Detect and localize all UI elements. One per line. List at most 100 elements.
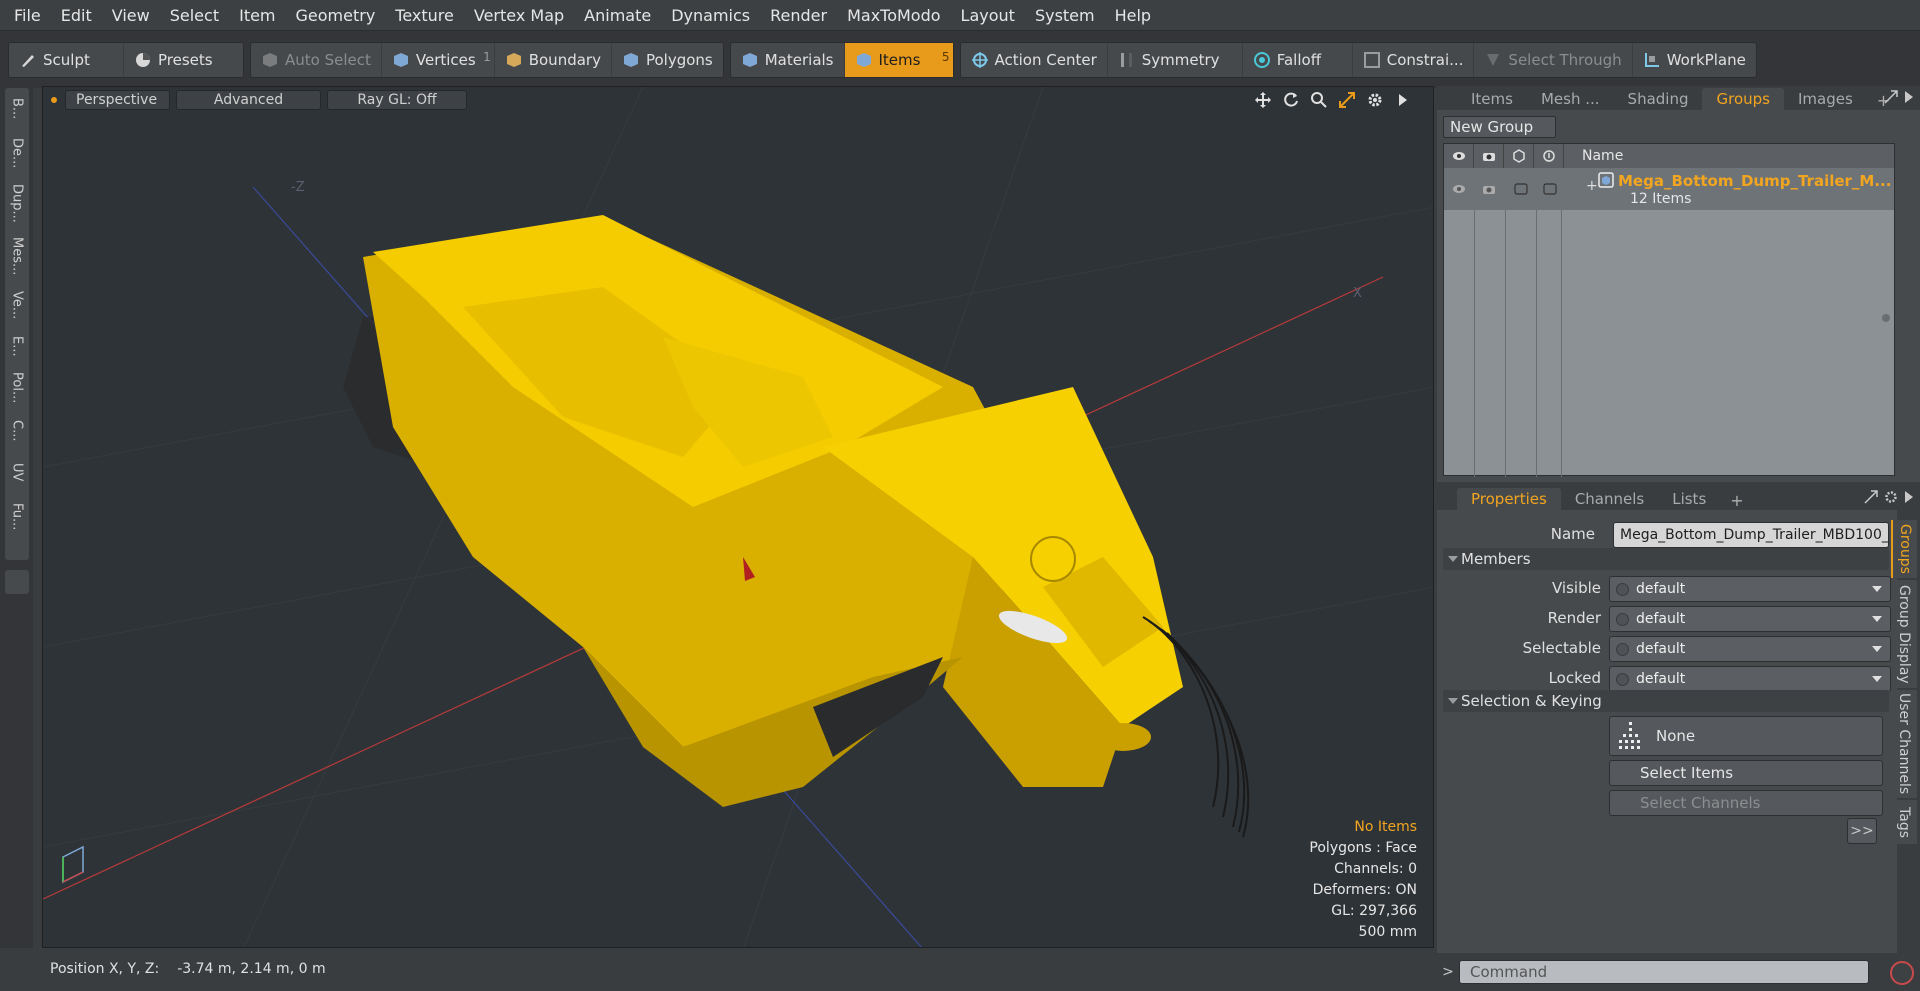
- menu-texture[interactable]: Texture: [385, 0, 464, 31]
- materials-button[interactable]: Materials: [731, 42, 845, 77]
- expand-plus-icon[interactable]: +: [1586, 178, 1598, 194]
- selectable-dropdown[interactable]: default: [1609, 636, 1891, 662]
- menu-vertex-map[interactable]: Vertex Map: [464, 0, 574, 31]
- boundary-button[interactable]: Boundary: [495, 42, 612, 77]
- rotate-icon[interactable]: [1281, 90, 1301, 110]
- menu-help[interactable]: Help: [1105, 0, 1161, 31]
- name-input[interactable]: Mega_Bottom_Dump_Trailer_MBD100_: [1613, 522, 1889, 548]
- group-row[interactable]: + Mega_Bottom_Dump_Trailer_M... 12 Items: [1444, 168, 1894, 210]
- row-lock-checkbox-icon[interactable]: [1543, 183, 1557, 195]
- left-tab-mesh-edit[interactable]: Mes...: [5, 230, 29, 282]
- left-tab-fusion[interactable]: Fu...: [5, 494, 29, 540]
- visible-radio-icon[interactable]: [1616, 583, 1629, 596]
- menu-render[interactable]: Render: [760, 0, 837, 31]
- menu-item[interactable]: Item: [229, 0, 285, 31]
- tab-mesh[interactable]: Mesh ...: [1527, 88, 1614, 110]
- vtab-tags[interactable]: Tags: [1891, 800, 1917, 844]
- raygl-toggle[interactable]: Ray GL: Off: [327, 90, 467, 110]
- pan-icon[interactable]: [1253, 90, 1273, 110]
- visibility-col-icon[interactable]: [1444, 144, 1474, 168]
- vertices-button[interactable]: Vertices 1: [382, 42, 495, 77]
- tab-lists[interactable]: Lists: [1658, 488, 1720, 510]
- members-section[interactable]: Members: [1443, 548, 1889, 570]
- vtab-groups[interactable]: Groups: [1891, 520, 1917, 578]
- tab-channels[interactable]: Channels: [1561, 488, 1658, 510]
- constraints-button[interactable]: Constrai...: [1353, 42, 1475, 77]
- expand-button[interactable]: >>: [1847, 818, 1877, 844]
- row-select-checkbox-icon[interactable]: [1514, 183, 1528, 195]
- fit-view-icon[interactable]: [1337, 90, 1357, 110]
- menu-view[interactable]: View: [102, 0, 160, 31]
- lock-col-icon[interactable]: [1534, 144, 1564, 168]
- sculpt-button[interactable]: Sculpt: [9, 42, 124, 77]
- keying-none-button[interactable]: None: [1609, 716, 1883, 756]
- tab-shading[interactable]: Shading: [1614, 88, 1703, 110]
- falloff-button[interactable]: Falloff: [1243, 42, 1353, 77]
- left-tab-curve[interactable]: C...: [5, 412, 29, 450]
- trailer-model[interactable]: [343, 215, 1250, 838]
- left-tab-duplicate[interactable]: Dup...: [5, 178, 29, 228]
- left-tab-vertex[interactable]: Ve...: [5, 284, 29, 326]
- locked-radio-icon[interactable]: [1616, 673, 1629, 686]
- vtab-group-display[interactable]: Group Display: [1891, 580, 1917, 688]
- left-tab-uv[interactable]: UV: [5, 452, 29, 492]
- select-col-icon[interactable]: [1504, 144, 1534, 168]
- props-arrow-icon[interactable]: [1904, 490, 1914, 504]
- render-radio-icon[interactable]: [1616, 613, 1629, 626]
- zoom-icon[interactable]: [1309, 90, 1329, 110]
- items-button[interactable]: Items 5: [844, 42, 953, 77]
- action-center-button[interactable]: Action Center: [961, 42, 1108, 77]
- render-col-icon[interactable]: [1474, 144, 1504, 168]
- menu-animate[interactable]: Animate: [574, 0, 661, 31]
- polygons-button[interactable]: Polygons: [612, 43, 723, 77]
- props-maximize-icon[interactable]: [1864, 490, 1878, 504]
- menu-layout[interactable]: Layout: [951, 0, 1025, 31]
- menu-select[interactable]: Select: [160, 0, 229, 31]
- visible-dropdown[interactable]: default: [1609, 576, 1891, 602]
- selection-keying-section[interactable]: Selection & Keying: [1443, 690, 1889, 712]
- menu-edit[interactable]: Edit: [51, 0, 102, 31]
- select-items-button[interactable]: Select Items: [1609, 760, 1883, 786]
- vtab-user-channels[interactable]: User Channels: [1891, 690, 1917, 798]
- left-tab-polygon[interactable]: Pol...: [5, 366, 29, 410]
- 3d-viewport[interactable]: -Z X Perspective Advanced Ray GL: Off No…: [42, 86, 1434, 948]
- symmetry-button[interactable]: Symmetry: [1108, 42, 1243, 77]
- select-channels-button[interactable]: Select Channels: [1609, 790, 1883, 816]
- tab-groups[interactable]: Groups: [1702, 88, 1784, 110]
- maximize-icon[interactable]: [1884, 90, 1898, 104]
- left-tab-edge[interactable]: E...: [5, 328, 29, 364]
- view-mode-dropdown[interactable]: Perspective: [65, 90, 170, 110]
- render-dropdown[interactable]: default: [1609, 606, 1891, 632]
- menu-file[interactable]: File: [4, 0, 51, 31]
- command-input[interactable]: Command: [1459, 960, 1869, 984]
- tab-images[interactable]: Images: [1784, 88, 1867, 110]
- viewport-settings-icon[interactable]: [1365, 90, 1385, 110]
- selectable-radio-icon[interactable]: [1616, 643, 1629, 656]
- row-visibility-icon[interactable]: [1452, 184, 1466, 194]
- panel-arrow-icon[interactable]: [1904, 90, 1914, 104]
- menu-system[interactable]: System: [1025, 0, 1105, 31]
- menu-maxtomodo[interactable]: MaxToModo: [837, 0, 950, 31]
- add-props-tab-icon[interactable]: +: [1726, 491, 1747, 510]
- left-tab-deform[interactable]: De...: [5, 130, 29, 176]
- shading-mode-dropdown[interactable]: Advanced: [176, 90, 321, 110]
- record-macro-icon[interactable]: [1890, 961, 1914, 985]
- left-tab-extra[interactable]: [5, 570, 29, 594]
- props-gear-icon[interactable]: [1884, 490, 1898, 504]
- presets-button[interactable]: Presets: [124, 43, 223, 77]
- name-column-header[interactable]: Name: [1564, 148, 1623, 164]
- menu-dynamics[interactable]: Dynamics: [661, 0, 760, 31]
- viewport-expand-arrow-icon[interactable]: [1393, 90, 1413, 110]
- left-tab-basic[interactable]: B...: [5, 90, 29, 128]
- select-through-button[interactable]: Select Through: [1474, 42, 1633, 77]
- group-list-scrollbar[interactable]: [1882, 314, 1890, 322]
- tab-properties[interactable]: Properties: [1457, 488, 1561, 510]
- auto-select-button[interactable]: Auto Select: [251, 42, 382, 77]
- locked-dropdown[interactable]: default: [1609, 666, 1891, 692]
- new-group-button[interactable]: New Group: [1443, 116, 1556, 138]
- menu-geometry[interactable]: Geometry: [286, 0, 386, 31]
- row-render-icon[interactable]: [1482, 183, 1496, 195]
- tab-items[interactable]: Items: [1457, 88, 1527, 110]
- group-list[interactable]: Name + Mega_Bottom_Dump_Trailer_M... 12 …: [1443, 143, 1895, 477]
- workplane-button[interactable]: WorkPlane: [1633, 43, 1756, 77]
